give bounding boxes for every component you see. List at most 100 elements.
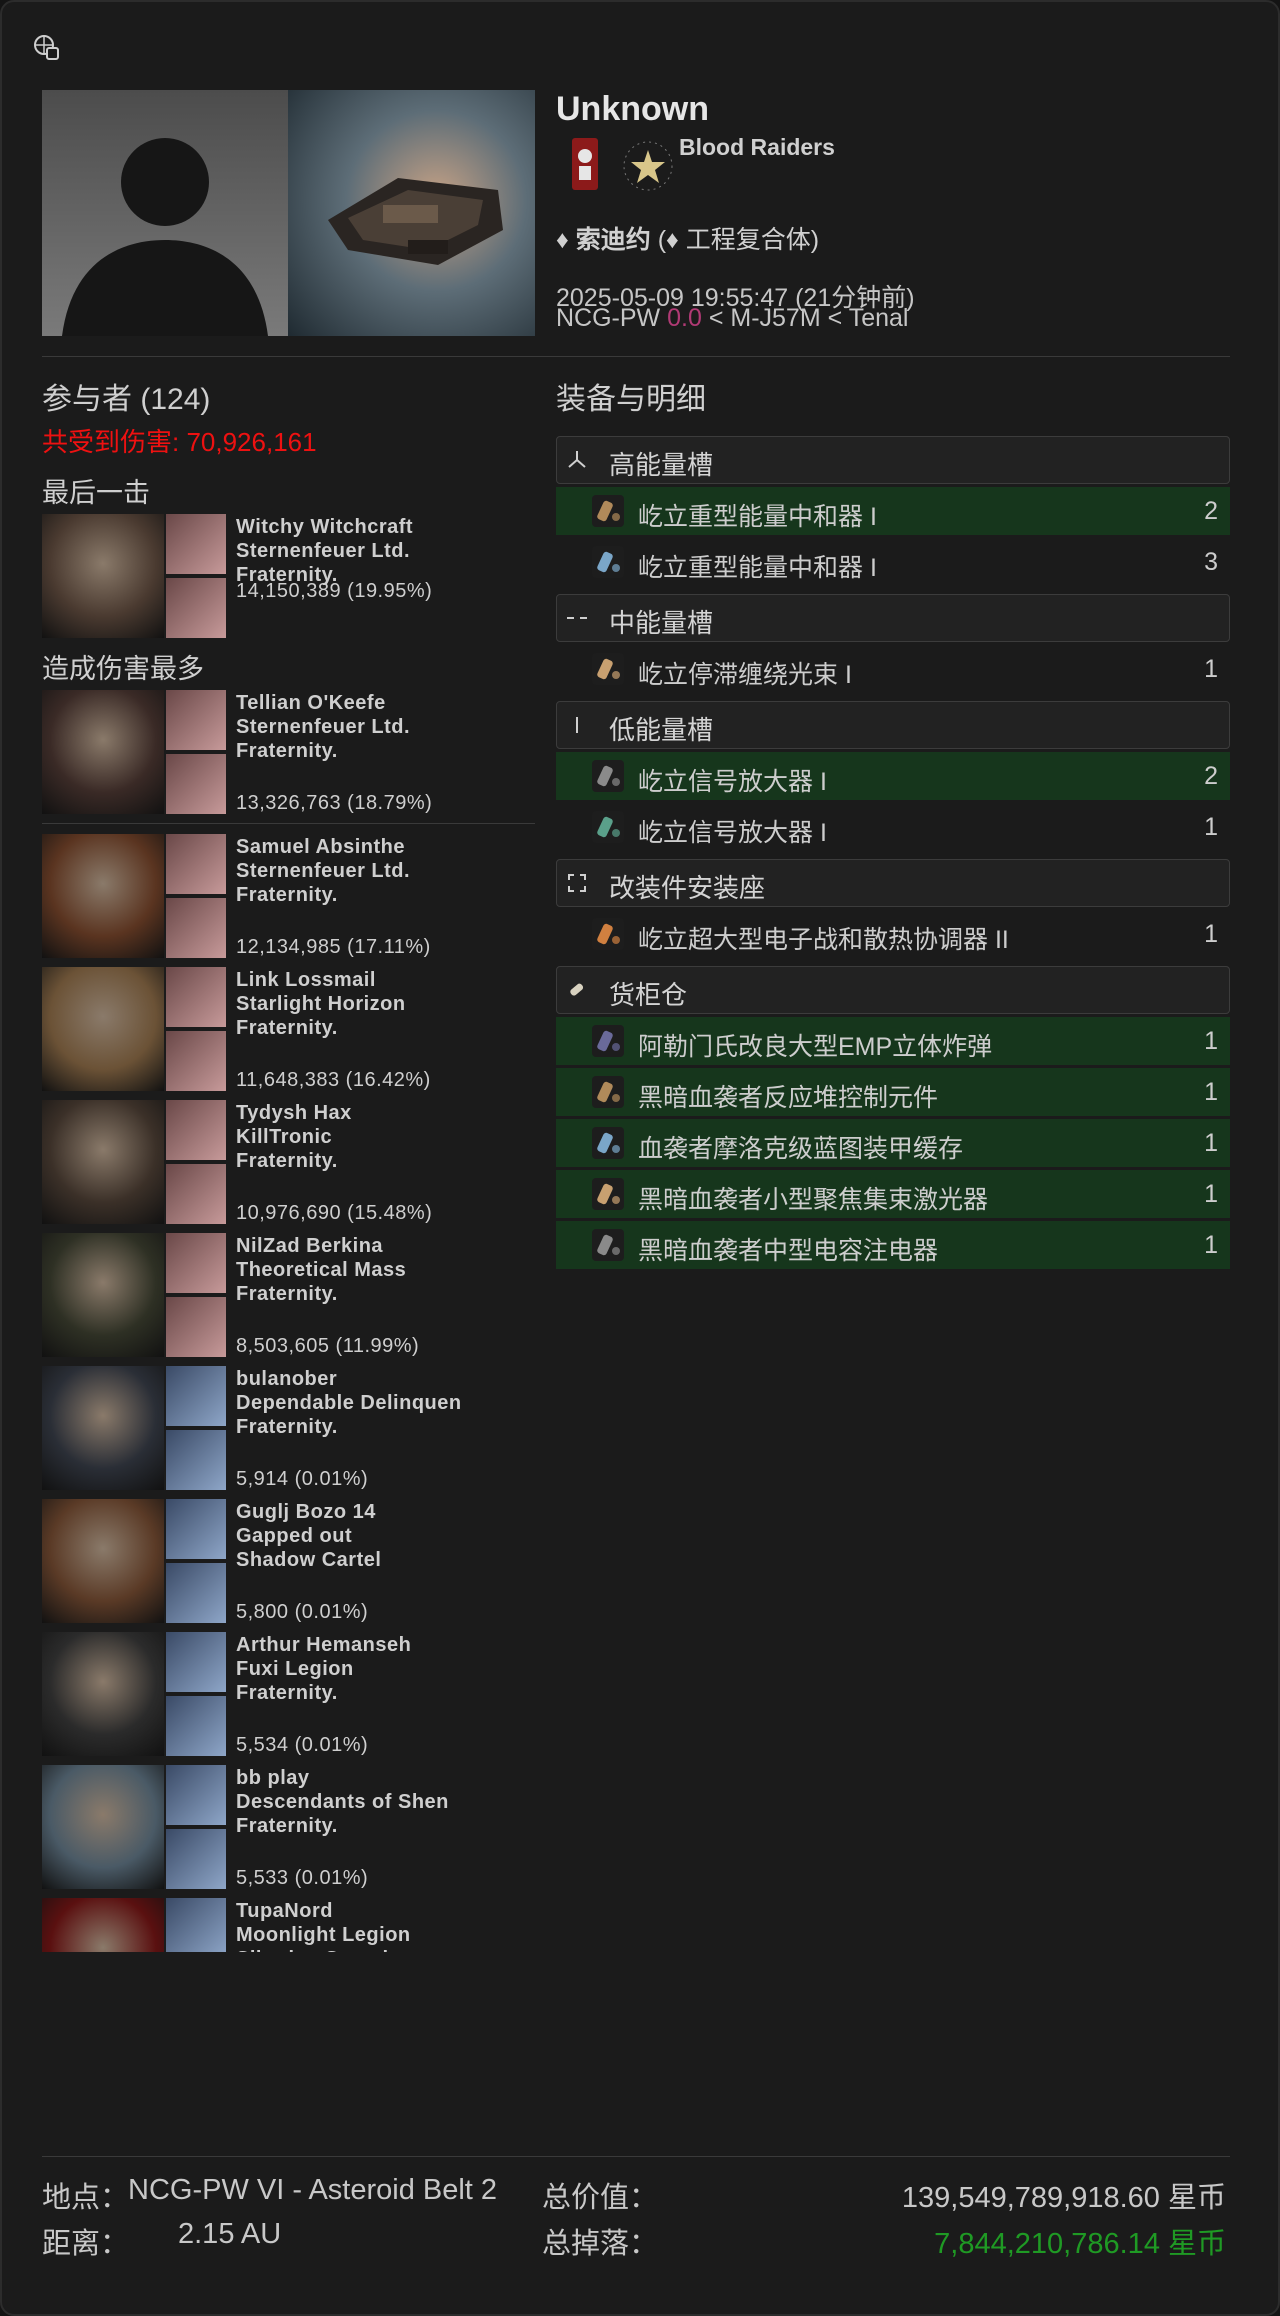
attacker-corporation[interactable]: Moonlight Legion	[236, 1924, 411, 1947]
attacker-portrait[interactable]	[42, 1366, 164, 1490]
attacker-ship-icon[interactable]	[166, 690, 226, 750]
attacker-ship-icon[interactable]	[166, 1765, 226, 1825]
attacker-ship-icon[interactable]	[166, 967, 226, 1027]
attacker-alliance[interactable]: Fraternity.	[236, 1682, 338, 1705]
cargo-hold-item[interactable]: 黑暗血袭者小型聚焦集束激光器 1	[556, 1170, 1230, 1218]
attacker-portrait[interactable]	[42, 1233, 164, 1357]
high-slot-item[interactable]: 屹立重型能量中和器 I 3	[556, 538, 1230, 586]
attacker-corporation[interactable]: Gapped out	[236, 1525, 352, 1548]
attacker-list[interactable]: Samuel Absinthe Sternenfeuer Ltd. Fraterni…	[42, 834, 535, 1952]
attacker-alliance[interactable]: Fraternity.	[236, 1416, 338, 1439]
module-icon[interactable]	[590, 1074, 626, 1110]
module-icon[interactable]	[590, 1176, 626, 1212]
attacker-alliance[interactable]: Siberian Squads	[236, 1948, 400, 1952]
attacker-row[interactable]: bulanober Dependable Delinquen Fraternity.…	[42, 1366, 535, 1490]
attacker-weapon-icon[interactable]	[166, 754, 226, 814]
attacker-row[interactable]: Tellian O'Keefe Sternenfeuer Ltd. Fraterni…	[42, 690, 535, 814]
system-name[interactable]: NCG-PW	[556, 304, 660, 332]
attacker-portrait[interactable]	[42, 514, 164, 638]
attacker-name[interactable]: Samuel Absinthe	[236, 836, 405, 859]
attacker-alliance[interactable]: Fraternity.	[236, 884, 338, 907]
low-slot-item[interactable]: 屹立信号放大器 I 1	[556, 803, 1230, 851]
attacker-corporation[interactable]: Sternenfeuer Ltd.	[236, 540, 410, 563]
attacker-name[interactable]: bulanober	[236, 1368, 337, 1391]
location-value[interactable]: NCG-PW VI - Asteroid Belt 2	[128, 2174, 497, 2207]
module-icon[interactable]	[590, 1125, 626, 1161]
item-name[interactable]: 屹立重型能量中和器 I	[638, 548, 877, 584]
attacker-row[interactable]: Guglj Bozo 14 Gapped out Shadow Cartel 5,80…	[42, 1499, 535, 1623]
item-name[interactable]: 屹立超大型电子战和散热协调器 II	[638, 920, 1009, 956]
attacker-weapon-icon[interactable]	[166, 1696, 226, 1756]
attacker-corporation[interactable]: Descendants of Shen	[236, 1791, 449, 1814]
attacker-weapon-icon[interactable]	[166, 1829, 226, 1889]
attacker-row[interactable]: TupaNordMoonlight LegionSiberian Squads5…	[42, 1898, 535, 1952]
attacker-portrait[interactable]	[42, 1100, 164, 1224]
cargo-hold-item[interactable]: 黑暗血袭者反应堆控制元件 1	[556, 1068, 1230, 1116]
attacker-ship-icon[interactable]	[166, 1233, 226, 1293]
attacker-name[interactable]: Guglj Bozo 14	[236, 1501, 376, 1524]
item-name[interactable]: 黑暗血袭者反应堆控制元件	[638, 1078, 938, 1114]
attacker-corporation[interactable]: Theoretical Mass	[236, 1259, 406, 1282]
alliance-logo-icon[interactable]	[622, 140, 674, 192]
rig-slot-item[interactable]: 屹立超大型电子战和散热协调器 II 1	[556, 910, 1230, 958]
module-icon[interactable]	[590, 1023, 626, 1059]
ship-name[interactable]: 索迪约	[576, 226, 651, 254]
victim-name[interactable]: Unknown	[556, 90, 1236, 129]
attacker-row[interactable]: Samuel Absinthe Sternenfeuer Ltd. Fraterni…	[42, 834, 535, 958]
attacker-portrait[interactable]	[42, 690, 164, 814]
attacker-portrait[interactable]	[42, 834, 164, 958]
attacker-name[interactable]: Tellian O'Keefe	[236, 692, 386, 715]
item-name[interactable]: 屹立信号放大器 I	[638, 762, 827, 798]
item-name[interactable]: 血袭者摩洛克级蓝图装甲缓存	[638, 1129, 963, 1165]
attacker-name[interactable]: Arthur Hemanseh	[236, 1634, 411, 1657]
victim-portrait[interactable]	[42, 90, 288, 336]
module-icon[interactable]	[590, 544, 626, 580]
corporation-logo-icon[interactable]	[572, 138, 598, 190]
location-path[interactable]: < M-J57M < Tenal	[709, 304, 909, 332]
item-name[interactable]: 屹立重型能量中和器 I	[638, 497, 877, 533]
attacker-ship-icon[interactable]	[166, 1366, 226, 1426]
module-icon[interactable]	[590, 493, 626, 529]
cargo-hold-item[interactable]: 血袭者摩洛克级蓝图装甲缓存 1	[556, 1119, 1230, 1167]
attacker-portrait[interactable]	[42, 1499, 164, 1623]
attacker-corporation[interactable]: Starlight Horizon	[236, 993, 406, 1016]
attacker-row[interactable]: bb play Descendants of Shen Fraternity. 5,5…	[42, 1765, 535, 1889]
mid-slot-item[interactable]: 屹立停滞缠绕光束 I 1	[556, 645, 1230, 693]
cargo-hold-item[interactable]: 黑暗血袭者中型电容注电器 1	[556, 1221, 1230, 1269]
attacker-ship-icon[interactable]	[166, 1100, 226, 1160]
attacker-row[interactable]: Arthur Hemanseh Fuxi Legion Fraternity. 5,5…	[42, 1632, 535, 1756]
attacker-weapon-icon[interactable]	[166, 1563, 226, 1623]
module-icon[interactable]	[590, 758, 626, 794]
module-icon[interactable]	[590, 651, 626, 687]
attacker-portrait[interactable]	[42, 1765, 164, 1889]
module-icon[interactable]	[590, 916, 626, 952]
item-name[interactable]: 黑暗血袭者小型聚焦集束激光器	[638, 1180, 988, 1216]
globe-settings-icon[interactable]	[32, 32, 62, 62]
attacker-corporation[interactable]: Dependable Delinquen	[236, 1392, 462, 1415]
cargo-hold-item[interactable]: 阿勒门氏改良大型EMP立体炸弹 1	[556, 1017, 1230, 1065]
low-slot-item[interactable]: 屹立信号放大器 I 2	[556, 752, 1230, 800]
high-slot-item[interactable]: 屹立重型能量中和器 I 2	[556, 487, 1230, 535]
attacker-name[interactable]: NilZad Berkina	[236, 1235, 383, 1258]
item-name[interactable]: 屹立信号放大器 I	[638, 813, 827, 849]
attacker-weapon-icon[interactable]	[166, 1297, 226, 1357]
module-icon[interactable]	[590, 1227, 626, 1263]
attacker-corporation[interactable]: Sternenfeuer Ltd.	[236, 716, 410, 739]
item-name[interactable]: 屹立停滞缠绕光束 I	[638, 655, 852, 691]
attacker-name[interactable]: bb play	[236, 1767, 310, 1790]
attacker-ship-icon[interactable]	[166, 1499, 226, 1559]
attacker-alliance[interactable]: Fraternity.	[236, 1815, 338, 1838]
attacker-ship-icon[interactable]	[166, 1632, 226, 1692]
attacker-weapon-icon[interactable]	[166, 1430, 226, 1490]
attacker-row[interactable]: Witchy Witchcraft Sternenfeuer Ltd. Frater…	[42, 514, 535, 638]
attacker-corporation[interactable]: Fuxi Legion	[236, 1658, 354, 1681]
victim-ship-image[interactable]	[288, 90, 535, 336]
item-name[interactable]: 黑暗血袭者中型电容注电器	[638, 1231, 938, 1267]
attacker-alliance[interactable]: Fraternity.	[236, 740, 338, 763]
attacker-ship-icon[interactable]	[166, 834, 226, 894]
attacker-name[interactable]: TupaNord	[236, 1900, 333, 1923]
attacker-alliance[interactable]: Shadow Cartel	[236, 1549, 381, 1572]
attacker-portrait[interactable]	[42, 1898, 164, 1952]
attacker-row[interactable]: NilZad Berkina Theoretical Mass Fraternity…	[42, 1233, 535, 1357]
attacker-name[interactable]: Tydysh Hax	[236, 1102, 352, 1125]
